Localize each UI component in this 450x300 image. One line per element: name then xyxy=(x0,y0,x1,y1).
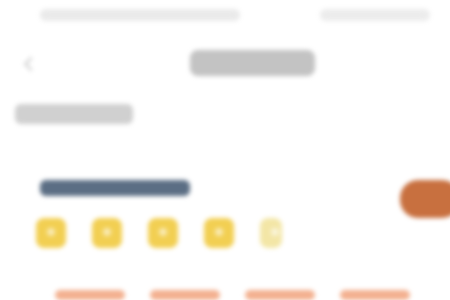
bottom-item[interactable] xyxy=(150,290,220,300)
primary-action-button[interactable] xyxy=(400,180,450,218)
section-title xyxy=(15,104,133,124)
star-icon[interactable] xyxy=(148,218,178,248)
status-time xyxy=(40,9,240,21)
chevron-left-icon[interactable] xyxy=(22,56,38,72)
bottom-action-row xyxy=(0,288,450,300)
bottom-item[interactable] xyxy=(55,290,125,300)
star-icon[interactable] xyxy=(260,218,282,248)
rating-card xyxy=(24,160,284,270)
star-icon[interactable] xyxy=(92,218,122,248)
bottom-item[interactable] xyxy=(245,290,315,300)
bottom-item[interactable] xyxy=(340,290,410,300)
page-title xyxy=(190,50,315,76)
rating-card-title xyxy=(40,180,190,196)
star-icon[interactable] xyxy=(204,218,234,248)
status-bar xyxy=(0,0,450,30)
status-signal-icons xyxy=(320,9,430,21)
star-icon[interactable] xyxy=(36,218,66,248)
star-rating[interactable] xyxy=(36,218,282,248)
